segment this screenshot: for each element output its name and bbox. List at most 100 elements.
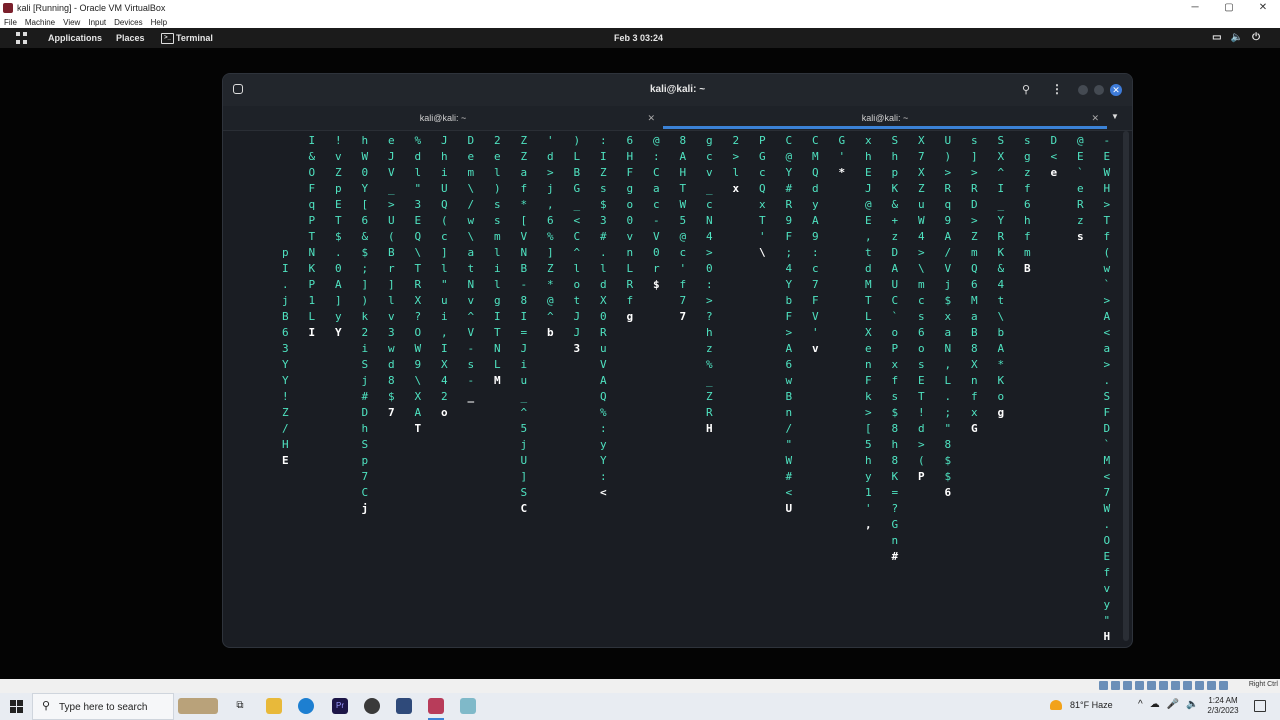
matrix-column: s ] > R D > Z m Q 6 M a B 8 X n f x G: [971, 134, 978, 435]
matrix-column: h W 0 Y [ 6 & $ ; ] ) k 2 i S j # D h S …: [361, 134, 369, 515]
terminal-output[interactable]: p I . j B 6 3 Y Y ! Z / H E I & O F q P T…: [223, 131, 1123, 647]
window-title: kali [Running] - Oracle VM VirtualBox: [17, 3, 166, 13]
windows-start-icon[interactable]: [10, 700, 23, 713]
menu-devices[interactable]: Devices: [114, 18, 142, 27]
matrix-column: C @ Y # R 9 F ; 4 Y b F > A 6 w B n / " …: [785, 134, 793, 515]
onedrive-icon[interactable]: ☁: [1150, 699, 1160, 710]
matrix-column: p I . j B 6 3 Y Y ! Z / H E: [282, 246, 289, 467]
matrix-column: D e m \ / w \ a t N v ^ V - s - _: [467, 134, 475, 403]
matrix-column: ) L B G _ < C ^ l o t J J 3: [573, 134, 581, 355]
speaker-icon[interactable]: 🔈: [1186, 699, 1198, 710]
minimize-dot-button[interactable]: [1078, 85, 1088, 95]
network-icon[interactable]: [1135, 681, 1144, 690]
terminal-app-menu[interactable]: Terminal: [176, 33, 213, 43]
applications-menu[interactable]: Applications: [48, 33, 102, 43]
menu-icon[interactable]: ⋮: [1051, 82, 1063, 96]
display-icon[interactable]: [1171, 681, 1180, 690]
matrix-column: I & O F q P T N K P 1 L I: [308, 134, 316, 339]
volume-icon[interactable]: 🔈: [1231, 32, 1243, 43]
matrix-column: S X ^ I _ Y R K & 4 t \ b A * K o g: [997, 134, 1005, 419]
taskbar-clock[interactable]: 1:24 AM 2/3/2023: [1200, 696, 1246, 716]
taskbar-search[interactable]: ⚲ Type here to search: [32, 693, 174, 720]
file-explorer-icon[interactable]: [266, 698, 282, 714]
matrix-column: e J V _ > U ( B r ] l v 3 w d 8 $ 7: [388, 134, 395, 419]
chevron-up-icon[interactable]: ^: [1138, 699, 1143, 710]
shared-folder-icon[interactable]: [1159, 681, 1168, 690]
terminal-window: kali@kali: ~ ⚲ ⋮ ✕ kali@kali: ~ ✕ kali@k…: [222, 73, 1133, 648]
tab-close-icon[interactable]: ✕: [647, 106, 655, 130]
display-icon[interactable]: ▭: [1212, 32, 1221, 43]
hdd-icon[interactable]: [1099, 681, 1108, 690]
virtualbox-taskbar-icon[interactable]: [396, 698, 412, 714]
matrix-column: J h i U Q ( c ] l " u i , I X 4 2 o: [441, 134, 448, 419]
menu-machine[interactable]: Machine: [25, 18, 55, 27]
tab-1[interactable]: kali@kali: ~ ✕: [223, 106, 663, 129]
matrix-column: @ : C a c - V 0 r $: [653, 134, 660, 291]
close-button[interactable]: ✕: [1246, 0, 1280, 16]
minimize-button[interactable]: ─: [1178, 0, 1212, 16]
weather-text: 81°F Haze: [1070, 700, 1113, 710]
cpu-icon[interactable]: [1195, 681, 1204, 690]
matrix-column: x h E J @ E , t d M T L X e n F k > [ 5 …: [865, 134, 872, 531]
optical-icon[interactable]: [1111, 681, 1120, 690]
cortana-banner-icon[interactable]: [178, 698, 218, 714]
tab-list-chevron-down-icon[interactable]: ▼: [1111, 112, 1119, 121]
keyboard-icon[interactable]: [1219, 681, 1228, 690]
audio-icon[interactable]: [1123, 681, 1132, 690]
terminal-title: kali@kali: ~: [649, 84, 706, 95]
weather-icon: [1050, 700, 1062, 710]
recording-icon[interactable]: [1183, 681, 1192, 690]
clock[interactable]: Feb 3 03:24: [614, 33, 663, 43]
tab-close-icon[interactable]: ✕: [1091, 106, 1099, 130]
matrix-column: s g z f 6 h f m B: [1024, 134, 1031, 275]
matrix-column: D < e: [1050, 134, 1058, 179]
tab-bar: kali@kali: ~ ✕ kali@kali: ~ ✕ ▼: [223, 106, 1132, 131]
search-icon[interactable]: ⚲: [1022, 83, 1030, 96]
menu-input[interactable]: Input: [88, 18, 106, 27]
taskbar-time: 1:24 AM: [1208, 696, 1238, 705]
scrollbar[interactable]: [1123, 131, 1129, 641]
maximize-button[interactable]: ▢: [1212, 0, 1246, 16]
terminal-headerbar: kali@kali: ~ ⚲ ⋮ ✕: [223, 74, 1132, 106]
matrix-column: C M Q d y A 9 : c 7 F V ' v: [812, 134, 819, 355]
taskbar-date: 2/3/2023: [1207, 706, 1239, 715]
menu-file[interactable]: File: [4, 18, 17, 27]
mouse-icon[interactable]: [1207, 681, 1216, 690]
tab-label: kali@kali: ~: [861, 113, 909, 123]
places-menu[interactable]: Places: [116, 33, 145, 43]
matrix-column: 6 H F g o 0 v n L R f g: [626, 134, 634, 323]
task-view-icon[interactable]: ⧉: [232, 698, 248, 714]
matrix-column: 2 e l ) s s m l i l g I T N L M: [494, 134, 501, 387]
matrix-column: 8 A H T W 5 @ c ' f 7 7: [679, 134, 687, 323]
edge-icon[interactable]: [298, 698, 314, 714]
matrix-column: P G c Q x T ' \: [759, 134, 766, 259]
tab-2[interactable]: kali@kali: ~ ✕: [663, 106, 1107, 129]
matrix-column: g c v _ c N 4 > 0 : > ? h z % _ Z R H: [706, 134, 713, 435]
matrix-column: ! v Z p E T $ . 0 A ] y Y: [335, 134, 342, 339]
matrix-column: @ E ` e R z s: [1077, 134, 1084, 243]
power-icon[interactable]: ⏻: [1252, 32, 1260, 43]
terminal-icon: >_: [161, 33, 174, 44]
app-grid-icon[interactable]: [16, 32, 28, 44]
microphone-icon[interactable]: 🎤: [1167, 699, 1179, 710]
menu-view[interactable]: View: [63, 18, 80, 27]
virtualbox-icon: [3, 3, 13, 13]
active-app-icon[interactable]: [428, 698, 444, 714]
host-key-label: Right Ctrl: [1248, 681, 1278, 688]
search-placeholder: Type here to search: [59, 702, 148, 713]
close-icon[interactable]: ✕: [1110, 84, 1122, 96]
weather-widget[interactable]: 81°F Haze: [1050, 700, 1113, 710]
maximize-dot-button[interactable]: [1094, 85, 1104, 95]
matrix-column: : I Z s $ 3 # . l d X 0 R u V A Q % : y …: [600, 134, 607, 499]
obs-icon[interactable]: [364, 698, 380, 714]
matrix-column: 2 > l x: [732, 134, 740, 195]
premiere-icon[interactable]: Pr: [332, 698, 348, 714]
notes-icon[interactable]: [460, 698, 476, 714]
matrix-column: X 7 X Z u W 4 > \ m c s 6 o s E T ! d > …: [918, 134, 925, 483]
matrix-column: - E W H > T f ( w ` > A < a > . S F D ` …: [1103, 134, 1111, 643]
usb-icon[interactable]: [1147, 681, 1156, 690]
menu-help[interactable]: Help: [151, 18, 167, 27]
matrix-column: U ) > R q 9 A / V j $ x a N , L . ; " 8 …: [944, 134, 952, 499]
notification-icon[interactable]: [1254, 700, 1266, 712]
search-icon: ⚲: [42, 700, 51, 712]
